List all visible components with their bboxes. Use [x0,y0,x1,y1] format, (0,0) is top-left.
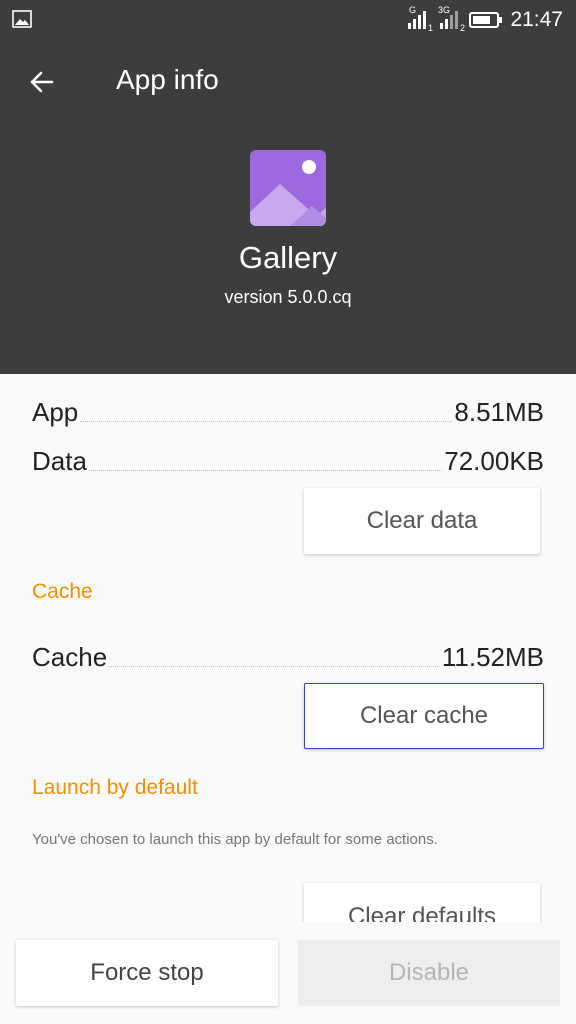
image-notification-icon [12,10,32,28]
status-time: 21:47 [510,8,563,31]
storage-data-label: Data [32,446,87,476]
leader-dots [88,470,443,471]
clear-cache-button[interactable]: Clear cache [304,683,544,749]
gallery-app-icon [250,150,326,226]
signal-sim1-icon: G 1 [406,5,434,38]
storage-app-row: App 8.51MB [32,392,544,428]
storage-app-label: App [32,397,79,427]
launch-section-title: Launch by default [32,776,198,799]
launch-description: You've chosen to launch this app by defa… [32,831,438,848]
app-version: version 5.0.0.cq [224,287,352,307]
bottom-action-bar: Force stop Disable [0,922,576,1024]
battery-icon [469,12,502,28]
disable-button[interactable]: Disable [298,940,560,1006]
leader-dots [109,666,440,667]
storage-data-row: Data 72.00KB [32,441,544,477]
sim1-index-label: 1 [428,23,434,33]
signal-sim2-icon: 3G 2 [438,5,466,38]
sim1-network-label: G [409,5,417,15]
leader-dots [80,421,453,422]
storage-data-value: 72.00KB [444,446,544,476]
sim2-index-label: 2 [460,23,466,33]
cache-value: 11.52MB [441,642,544,672]
page-title: App info [116,64,219,95]
cache-row: Cache 11.52MB [32,637,544,673]
storage-app-value: 8.51MB [454,397,544,427]
cache-section-title: Cache [32,580,93,603]
app-name: Gallery [238,240,338,275]
sim2-network-label: 3G [438,5,451,15]
cache-label: Cache [32,642,108,672]
back-arrow-icon[interactable] [24,64,60,100]
status-bar: G 1 3G 2 21:47 [0,0,576,40]
force-stop-button[interactable]: Force stop [16,940,278,1006]
clear-data-button[interactable]: Clear data [304,488,540,554]
app-info-header: App info Gallery version 5.0.0.cq [0,40,576,374]
